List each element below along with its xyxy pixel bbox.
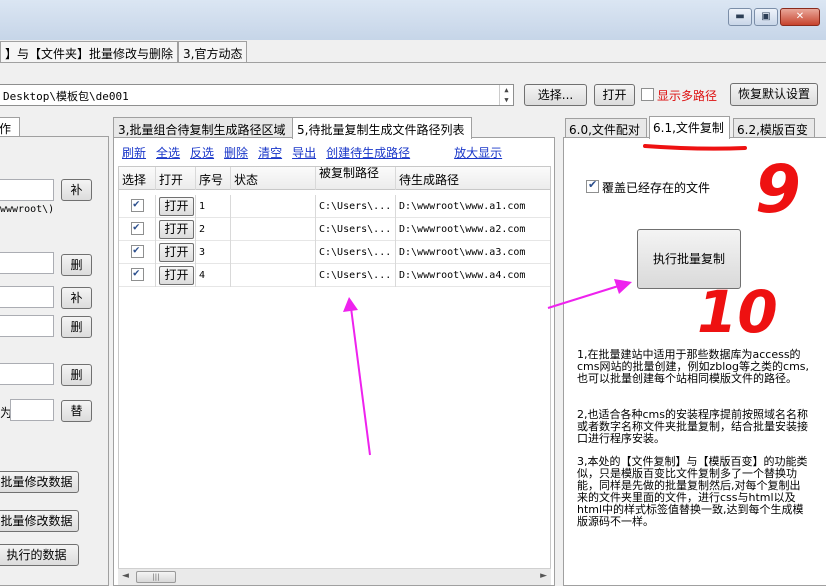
left-field-2[interactable] xyxy=(0,252,54,274)
col-target-path: 待生成路径 xyxy=(399,173,460,187)
left-field-6[interactable] xyxy=(10,399,54,421)
col-status: 状态 xyxy=(231,167,316,190)
help-paragraph-2: 2,也适合各种cms的安装程序提前按照域名名称或者数字名称文件夹批量复制，结合批… xyxy=(577,408,808,445)
row-index: 1 xyxy=(196,195,231,218)
scroll-right-icon[interactable]: ► xyxy=(540,571,547,581)
tab-file-copy[interactable]: 6.1,文件复制 xyxy=(649,116,730,139)
left-hint: wwwroot\) xyxy=(0,204,55,215)
path-grid: 选择 打开 序号 状态 被复制路径 待生成路径 打开 1 C:\Users\..… xyxy=(118,166,551,571)
tab-left-operation[interactable]: 作 xyxy=(0,117,20,136)
left-panel: 补 wwwroot\) 删 补 删 删 为 替 批量修改数据 批量修改数据 执行… xyxy=(0,136,109,586)
delete-button-3[interactable]: 删 xyxy=(61,364,92,386)
row-target: D:\wwwroot\www.a2.com xyxy=(399,224,526,235)
right-panel: 覆盖已经存在的文件 执行批量复制 1,在批量建站中适用于那些数据库为access… xyxy=(563,137,826,586)
execute-batch-copy-button[interactable]: 执行批量复制 xyxy=(637,229,741,289)
batch-modify-button-2[interactable]: 批量修改数据 xyxy=(0,510,79,532)
row-open-button[interactable]: 打开 xyxy=(159,243,194,262)
spin-arrows-icon[interactable]: ▲ ▼ xyxy=(499,85,513,105)
window-controls: ▬ ▣ ✕ xyxy=(728,8,820,26)
restore-button[interactable]: ▣ xyxy=(754,8,778,26)
row-index: 4 xyxy=(196,264,231,287)
row-source: C:\Users\... xyxy=(316,218,396,241)
row-checkbox[interactable] xyxy=(131,197,144,212)
left-field-5[interactable] xyxy=(0,363,54,385)
open-path-button[interactable]: 打开 xyxy=(594,84,635,106)
center-panel: 刷新 全选 反选 删除 清空 导出 创建待生成路径 放大显示 选择 打开 序号 … xyxy=(113,137,555,586)
select-all-link[interactable]: 全选 xyxy=(156,144,180,161)
col-open: 打开 xyxy=(156,167,196,190)
select-button[interactable]: 选择... xyxy=(524,84,587,106)
row-checkbox[interactable] xyxy=(131,220,144,235)
invert-selection-link[interactable]: 反选 xyxy=(190,144,214,161)
table-row[interactable]: 打开 3 C:\Users\... D:\wwwroot\www.a3.com xyxy=(119,241,550,264)
export-link[interactable]: 导出 xyxy=(292,144,316,161)
delete-button-2[interactable]: 删 xyxy=(61,316,92,338)
row-open-button[interactable]: 打开 xyxy=(159,266,194,285)
row-open-button[interactable]: 打开 xyxy=(159,220,194,239)
row-status xyxy=(231,264,316,287)
overwrite-label: 覆盖已经存在的文件 xyxy=(602,181,711,195)
table-row[interactable]: 打开 2 C:\Users\... D:\wwwroot\www.a2.com xyxy=(119,218,550,241)
overwrite-checkbox[interactable] xyxy=(586,178,599,193)
left-field-4[interactable] xyxy=(0,315,54,337)
table-row[interactable]: 打开 4 C:\Users\... D:\wwwroot\www.a4.com xyxy=(119,264,550,287)
tab-divider xyxy=(0,62,826,63)
delete-link[interactable]: 删除 xyxy=(224,144,248,161)
multi-path-label: 显示多路径 xyxy=(657,89,718,103)
main-tabs: 】与【文件夹】批量修改与删除 3,官方动态 xyxy=(0,41,248,63)
grid-header: 选择 打开 序号 状态 被复制路径 待生成路径 xyxy=(119,167,550,190)
path-input[interactable]: Desktop\模板包\de001 ▲ ▼ xyxy=(0,84,514,106)
path-bar: Desktop\模板包\de001 ▲ ▼ 选择... 打开 显示多路径 恢复默认… xyxy=(0,83,826,109)
left-field-1[interactable] xyxy=(0,179,54,201)
multi-path-checkbox[interactable] xyxy=(641,88,654,101)
row-target: D:\wwwroot\www.a4.com xyxy=(399,270,526,281)
create-paths-link[interactable]: 创建待生成路径 xyxy=(326,144,410,161)
horizontal-scrollbar[interactable]: ◄ ||| ► xyxy=(118,568,551,585)
row-open-button[interactable]: 打开 xyxy=(159,197,194,216)
batch-modify-button-1[interactable]: 批量修改数据 xyxy=(0,471,79,493)
row-status xyxy=(231,218,316,241)
row-source: C:\Users\... xyxy=(316,195,396,218)
scroll-thumb[interactable]: ||| xyxy=(136,571,176,583)
row-target: D:\wwwroot\www.a3.com xyxy=(399,247,526,258)
title-bar: ▬ ▣ ✕ xyxy=(0,0,826,40)
zoom-display-link[interactable]: 放大显示 xyxy=(454,144,502,161)
help-paragraph-3: 3,本处的【文件复制】与【模版百变】的功能类似，只是模版百变比文件复制多了一个替… xyxy=(577,455,808,528)
col-select: 选择 xyxy=(119,167,156,190)
row-index: 3 xyxy=(196,241,231,264)
row-source: C:\Users\... xyxy=(316,241,396,264)
action-links: 刷新 全选 反选 删除 清空 导出 创建待生成路径 放大显示 xyxy=(122,144,512,161)
row-status xyxy=(231,195,316,218)
row-checkbox[interactable] xyxy=(131,266,144,281)
tab-file-pairing[interactable]: 6.0,文件配对 xyxy=(565,118,647,138)
help-paragraph-1: 1,在批量建站中适用于那些数据库为access的cms网站的批量创建，例如zbl… xyxy=(577,348,810,385)
tab-batch-modify-delete[interactable]: 】与【文件夹】批量修改与删除 xyxy=(0,41,179,62)
table-row[interactable]: 打开 1 C:\Users\... D:\wwwroot\www.a1.com xyxy=(119,195,550,218)
row-target: D:\wwwroot\www.a1.com xyxy=(399,201,526,212)
row-checkbox[interactable] xyxy=(131,243,144,258)
close-button[interactable]: ✕ xyxy=(780,8,820,26)
clear-link[interactable]: 清空 xyxy=(258,144,282,161)
scroll-left-icon[interactable]: ◄ xyxy=(122,571,129,581)
row-status xyxy=(231,241,316,264)
tab-path-list[interactable]: 5,待批量复制生成文件路径列表 xyxy=(292,117,472,139)
supplement-button-1[interactable]: 补 xyxy=(61,179,92,201)
tab-official-news[interactable]: 3,官方动态 xyxy=(178,41,248,62)
reset-default-button[interactable]: 恢复默认设置 xyxy=(730,83,818,106)
row-index: 2 xyxy=(196,218,231,241)
path-value: Desktop\模板包\de001 xyxy=(3,90,129,103)
minimize-button[interactable]: ▬ xyxy=(728,8,752,26)
col-index: 序号 xyxy=(196,167,231,190)
tab-combine-paths[interactable]: 3,批量组合待复制生成路径区域 xyxy=(113,117,293,138)
left-field-3[interactable] xyxy=(0,286,54,308)
replace-button[interactable]: 替 xyxy=(61,400,92,422)
delete-button-1[interactable]: 删 xyxy=(61,254,92,276)
refresh-link[interactable]: 刷新 xyxy=(122,144,146,161)
tab-template-variations[interactable]: 6.2,模版百变 xyxy=(733,118,815,138)
supplement-button-2[interactable]: 补 xyxy=(61,287,92,309)
col-source-path: 被复制路径 xyxy=(316,167,396,190)
row-source: C:\Users\... xyxy=(316,264,396,287)
execute-data-button[interactable]: 执行的数据 xyxy=(0,544,79,566)
